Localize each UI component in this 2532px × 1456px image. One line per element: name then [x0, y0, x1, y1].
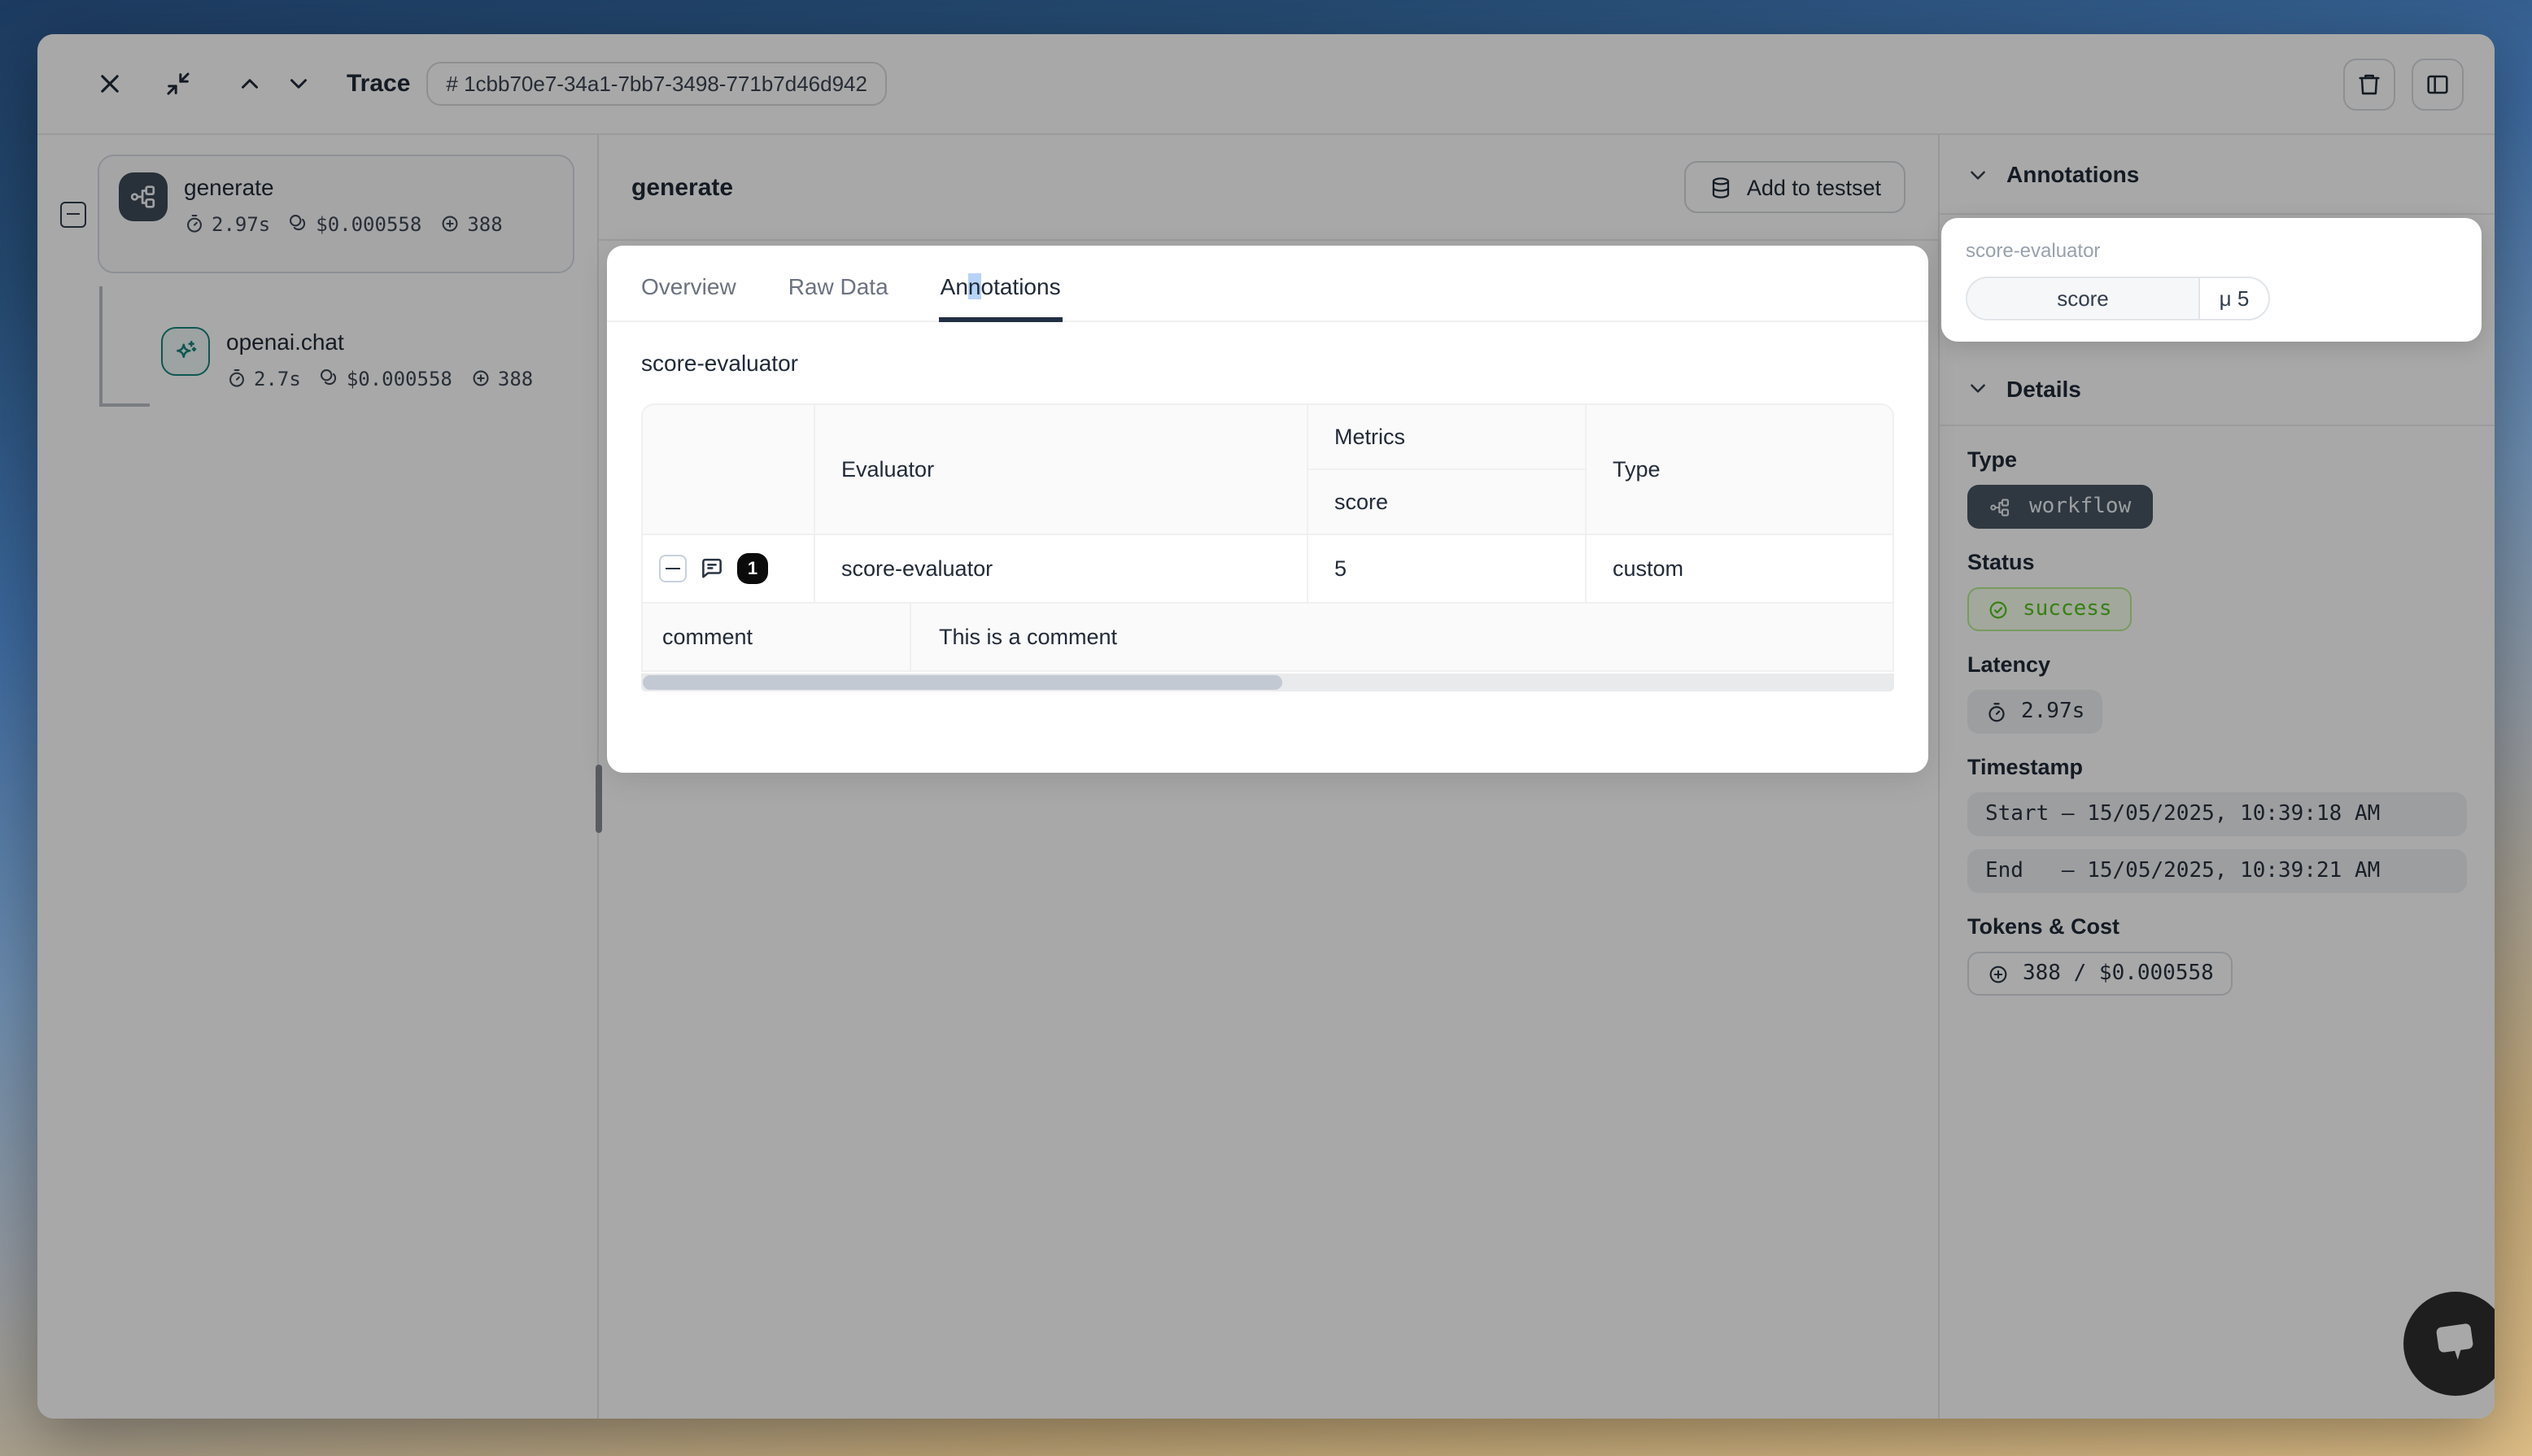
comment-key: comment	[643, 604, 911, 670]
cell-evaluator: score-evaluator	[815, 535, 1308, 602]
header-metrics: Metrics	[1308, 405, 1585, 470]
header-metrics-group: Metrics score	[1308, 405, 1587, 534]
header-type: Type	[1587, 405, 1892, 534]
cell-type: custom	[1587, 535, 1892, 602]
tabs: Overview Raw Data Annotations	[607, 246, 1928, 322]
text-selection-highlight: n	[968, 273, 981, 299]
annotations-tab-card: Overview Raw Data Annotations score-eval…	[607, 246, 1928, 773]
metric-mean-value: μ 5	[2200, 278, 2268, 319]
annotations-tab-content: score-evaluator Evaluator Metrics score	[607, 322, 1928, 691]
horizontal-scrollbar[interactable]	[641, 674, 1894, 691]
cell-score: 5	[1308, 535, 1587, 602]
comment-value: This is a comment	[911, 604, 1892, 670]
metric-pill[interactable]: score μ 5	[1966, 277, 2270, 320]
table-row[interactable]: 1 score-evaluator 5 custom	[641, 535, 1894, 604]
trace-drawer: Trace # 1cbb70e7-34a1-7bb7-3498-771b7d46…	[37, 34, 2495, 1419]
row-actions-cell: 1	[643, 535, 815, 602]
tab-overview[interactable]: Overview	[641, 273, 736, 320]
table-header: Evaluator Metrics score Type	[641, 403, 1894, 535]
tab-annotations[interactable]: Annotations	[941, 273, 1061, 320]
header-evaluator: Evaluator	[815, 405, 1308, 534]
annotations-table: Evaluator Metrics score Type	[641, 403, 1894, 691]
expanded-comment-row: comment This is a comment	[641, 604, 1894, 672]
comment-icon[interactable]	[698, 555, 726, 582]
metric-name: score	[1967, 278, 2200, 319]
annotation-evaluator-label: score-evaluator	[1966, 239, 2457, 262]
collapse-row-checkbox[interactable]	[659, 555, 687, 582]
tab-raw-data[interactable]: Raw Data	[788, 273, 888, 320]
page: Trace # 1cbb70e7-34a1-7bb7-3498-771b7d46…	[0, 0, 2532, 1456]
evaluator-section-title: score-evaluator	[641, 350, 1894, 376]
scrollbar-thumb[interactable]	[643, 675, 1281, 690]
header-metric-score: score	[1308, 470, 1585, 534]
comment-count-badge: 1	[737, 553, 768, 584]
score-evaluator-annotation-card: score-evaluator score μ 5	[1941, 218, 2482, 342]
header-actions-cell	[643, 405, 815, 534]
